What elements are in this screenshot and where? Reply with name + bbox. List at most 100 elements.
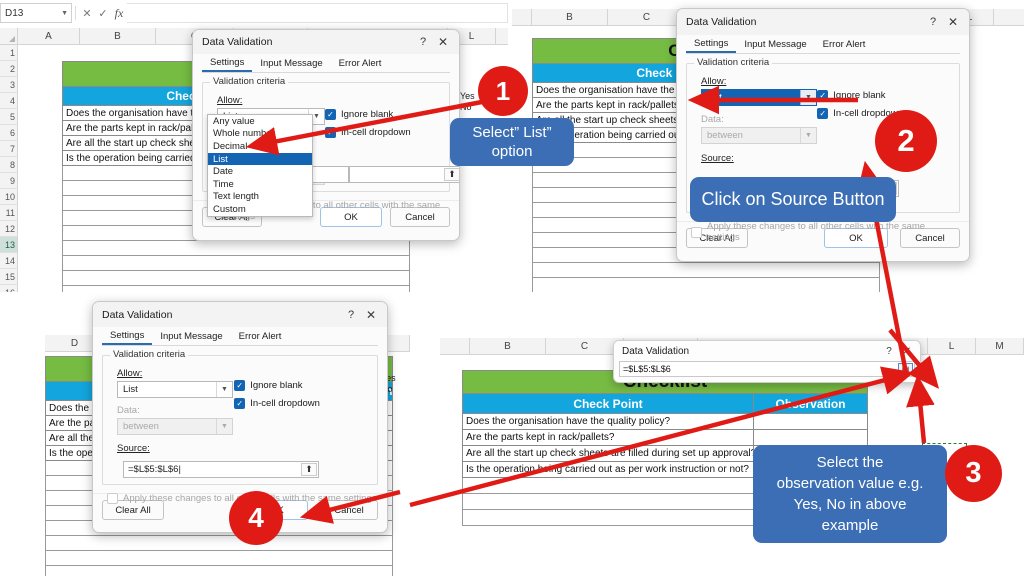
dropdown-option[interactable]: Time [208, 178, 312, 191]
in-cell-dropdown-checkbox[interactable]: ✓ In-cell dropdown [325, 127, 441, 138]
name-box-value: D13 [5, 7, 24, 19]
observation-cell[interactable] [753, 430, 867, 445]
row-header[interactable]: 7 [0, 141, 18, 157]
close-icon[interactable]: ✕ [898, 346, 916, 357]
empty-row[interactable] [63, 256, 409, 271]
row-header[interactable]: 16 [0, 285, 18, 292]
column-header-b[interactable]: B [532, 9, 608, 25]
dropdown-option[interactable]: Date [208, 165, 312, 178]
column-header-c[interactable]: C [608, 9, 686, 25]
tab-error-alert[interactable]: Error Alert [331, 54, 390, 72]
column-header-a[interactable] [440, 338, 470, 354]
row-header[interactable]: 1 [0, 45, 18, 61]
source-value-no[interactable]: No [460, 102, 475, 113]
dropdown-option[interactable]: Custom [208, 203, 312, 216]
dropdown-option[interactable]: Decimal [208, 140, 312, 153]
row-header[interactable]: 10 [0, 189, 18, 205]
empty-row[interactable] [46, 551, 392, 566]
row-header[interactable]: 2 [0, 61, 18, 77]
insert-function-icon[interactable]: fx [111, 6, 127, 21]
dropdown-option[interactable]: Any value [208, 115, 312, 128]
source-input-wide[interactable]: ⬆ [349, 166, 459, 183]
dialog-titlebar: Data Validation ? ✕ [677, 9, 969, 35]
row-header[interactable]: 5 [0, 109, 18, 125]
row-header[interactable]: 9 [0, 173, 18, 189]
column-header-a[interactable] [512, 9, 532, 25]
allow-combobox[interactable]: List ▼ [117, 381, 233, 398]
close-icon[interactable]: ✕ [433, 35, 453, 49]
chevron-down-icon[interactable]: ▼ [800, 90, 816, 105]
close-icon[interactable]: ✕ [361, 308, 381, 322]
help-icon[interactable]: ? [413, 36, 433, 48]
observation-cell[interactable] [753, 414, 867, 429]
in-cell-dropdown-label: In-cell dropdown [250, 398, 320, 409]
empty-row[interactable] [533, 278, 879, 292]
tab-settings[interactable]: Settings [202, 54, 253, 72]
empty-row[interactable] [46, 566, 392, 576]
dialog-tabs: Settings Input Message Error Alert [102, 327, 378, 346]
row-header[interactable]: 12 [0, 221, 18, 237]
table-row[interactable]: Are the parts kept in rack/pallets? [462, 430, 868, 446]
range-collapse-icon[interactable]: ▤ [898, 363, 913, 375]
column-header-a[interactable]: A [18, 28, 80, 44]
in-cell-dropdown-checkbox[interactable]: ✓ In-cell dropdown [234, 398, 369, 409]
help-icon[interactable]: ? [341, 309, 361, 321]
badge-3: 3 [945, 445, 1002, 502]
range-select-icon[interactable]: ⬆ [444, 168, 459, 181]
row-header[interactable]: 11 [0, 205, 18, 221]
empty-row[interactable] [533, 263, 879, 278]
select-all-corner[interactable] [0, 28, 18, 45]
source-input[interactable]: =$L$5:$L$6| ⬆ [123, 461, 319, 478]
row-header[interactable]: 6 [0, 125, 18, 141]
empty-row[interactable] [46, 536, 392, 551]
ignore-blank-checkbox[interactable]: ✓ Ignore blank [234, 380, 369, 391]
empty-row[interactable] [63, 241, 409, 256]
empty-row[interactable] [63, 271, 409, 286]
column-header-l[interactable]: L [928, 338, 976, 354]
dropdown-option-selected[interactable]: List [208, 152, 312, 166]
apply-all-label: Apply these changes to all other cells w… [706, 221, 926, 243]
dropdown-option[interactable]: Text length [208, 191, 312, 204]
confirm-formula-icon[interactable]: ✓ [95, 7, 111, 20]
table-row[interactable]: Does the organisation have the quality p… [462, 414, 868, 430]
dialog-titlebar: Data Validation ? ✕ [193, 30, 459, 54]
row-header[interactable]: 14 [0, 253, 18, 269]
chevron-down-icon[interactable]: ▼ [61, 10, 71, 17]
picker-title: Data Validation [622, 345, 690, 357]
allow-combobox[interactable]: List ▼ [701, 89, 817, 106]
tab-settings[interactable]: Settings [686, 35, 737, 53]
row-header-selected[interactable]: 13 [0, 237, 18, 253]
empty-row[interactable] [63, 286, 409, 292]
data-validation-dialog-1[interactable]: Data Validation ? ✕ Settings Input Messa… [192, 29, 460, 241]
checkbox-box: ✓ [325, 109, 336, 120]
formula-input[interactable] [127, 3, 508, 23]
chevron-down-icon[interactable]: ▼ [216, 382, 232, 397]
tab-error-alert[interactable]: Error Alert [231, 327, 290, 345]
row-header[interactable]: 3 [0, 77, 18, 93]
column-header-m[interactable]: M [976, 338, 1024, 354]
picker-range-input[interactable]: =$L$5:$L$6 ▤ [619, 361, 915, 377]
name-box[interactable]: D13 ▼ [0, 3, 72, 23]
source-value-yes[interactable]: Yes [460, 91, 475, 102]
allow-dropdown-list[interactable]: Any value Whole number Decimal List Date… [207, 114, 313, 217]
help-icon[interactable]: ? [880, 346, 898, 357]
help-icon[interactable]: ? [923, 16, 943, 28]
ignore-blank-checkbox[interactable]: ✓ Ignore blank [817, 90, 951, 101]
tab-settings[interactable]: Settings [102, 327, 153, 345]
row-header[interactable]: 15 [0, 269, 18, 285]
dropdown-option[interactable]: Whole number [208, 128, 312, 141]
row-header[interactable]: 4 [0, 93, 18, 109]
tab-input-message[interactable]: Input Message [736, 35, 814, 53]
data-validation-range-picker[interactable]: Data Validation ? ✕ =$L$5:$L$6 ▤ [613, 340, 921, 383]
close-icon[interactable]: ✕ [943, 15, 963, 29]
column-header-b[interactable]: B [470, 338, 546, 354]
ignore-blank-checkbox[interactable]: ✓ Ignore blank [325, 109, 441, 120]
column-header-b[interactable]: B [80, 28, 156, 44]
tab-input-message[interactable]: Input Message [252, 54, 330, 72]
cancel-formula-icon[interactable]: ✕ [79, 7, 95, 20]
tab-error-alert[interactable]: Error Alert [815, 35, 874, 53]
tab-input-message[interactable]: Input Message [152, 327, 230, 345]
range-select-icon[interactable]: ⬆ [301, 463, 317, 476]
row-header[interactable]: 8 [0, 157, 18, 173]
data-value: between [123, 421, 159, 432]
